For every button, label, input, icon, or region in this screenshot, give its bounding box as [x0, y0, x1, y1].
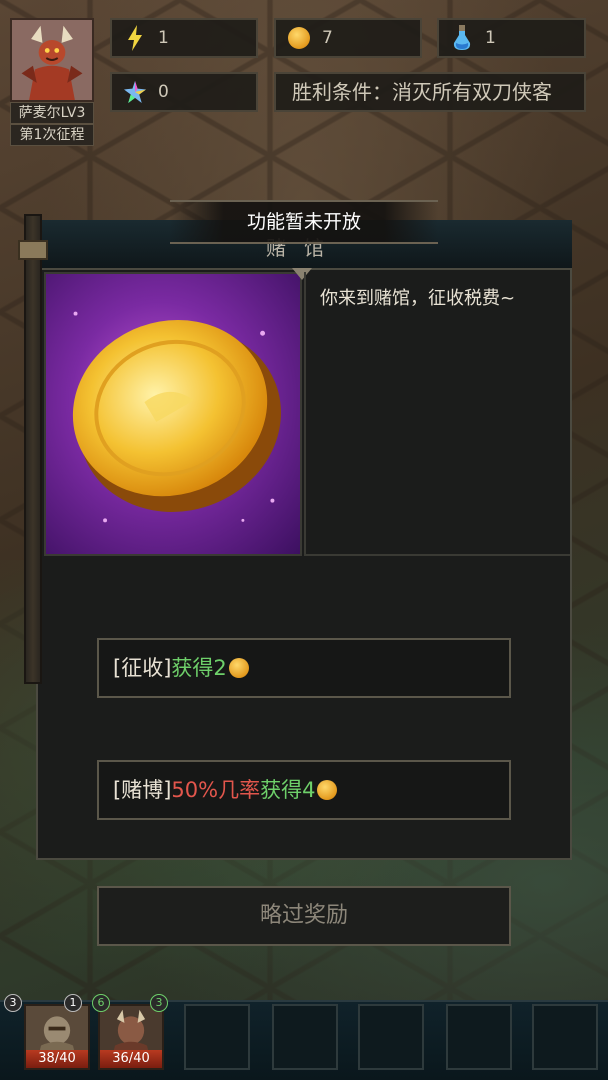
coin-icon	[288, 25, 310, 51]
empty-unit-slot[interactable]	[532, 1004, 598, 1070]
unit-slot-1[interactable]: 38/40	[24, 1004, 90, 1070]
unit-level-badge: 6	[92, 994, 110, 1012]
coin-icon	[228, 658, 249, 678]
gold-coin-illustration-icon	[72, 311, 281, 523]
event-description: 你来到赌馆，征收税费~	[304, 272, 570, 556]
demon-portrait-icon	[12, 20, 92, 100]
unit-hp: 36/40	[100, 1050, 162, 1068]
hero-stage: 第1次征程	[10, 124, 94, 146]
empty-unit-slot[interactable]	[184, 1004, 250, 1070]
potion-stat: 1	[437, 18, 586, 58]
collect-option-button[interactable]: [征收] 获得2	[97, 638, 511, 698]
energy-stat: 1	[110, 18, 258, 58]
skip-reward-button[interactable]: 略过奖励	[97, 886, 511, 946]
collect-option-prefix: [征收]	[113, 656, 172, 680]
hero-portrait[interactable]	[10, 18, 94, 102]
unit-hp: 38/40	[26, 1050, 88, 1068]
hero-name: 萨麦尔LV3	[10, 102, 94, 124]
gamble-option-chance: 50%几率	[171, 778, 261, 802]
unit-level-badge: 1	[64, 994, 82, 1012]
coin-icon	[317, 780, 338, 800]
energy-value: 1	[158, 28, 169, 48]
gamble-option-prefix: [赌博]	[113, 778, 172, 802]
unit-level-badge: 3	[150, 994, 168, 1012]
lightning-icon	[124, 25, 146, 51]
gold-stat: 7	[274, 18, 422, 58]
crystal-star-icon	[124, 79, 146, 105]
empty-unit-slot[interactable]	[446, 1004, 512, 1070]
gold-value: 7	[322, 28, 333, 48]
toast-message: 功能暂未开放	[170, 200, 438, 244]
gamble-option-button[interactable]: [赌博] 50%几率 获得4	[97, 760, 511, 820]
event-image	[44, 272, 302, 556]
gamble-option-reward: 获得4	[260, 778, 316, 802]
crystal-value: 0	[158, 82, 169, 102]
unit-slot-2[interactable]: 36/40	[98, 1004, 164, 1070]
potion-value: 1	[485, 28, 496, 48]
crystal-stat: 0	[110, 72, 258, 112]
panel-scrollbar[interactable]	[24, 214, 42, 684]
unit-level-badge: 3	[4, 994, 22, 1012]
empty-unit-slot[interactable]	[272, 1004, 338, 1070]
empty-unit-slot[interactable]	[358, 1004, 424, 1070]
potion-icon	[451, 25, 473, 51]
collect-option-reward: 获得2	[171, 656, 227, 680]
victory-condition: 胜利条件：消灭所有双刀侠客	[274, 72, 586, 112]
